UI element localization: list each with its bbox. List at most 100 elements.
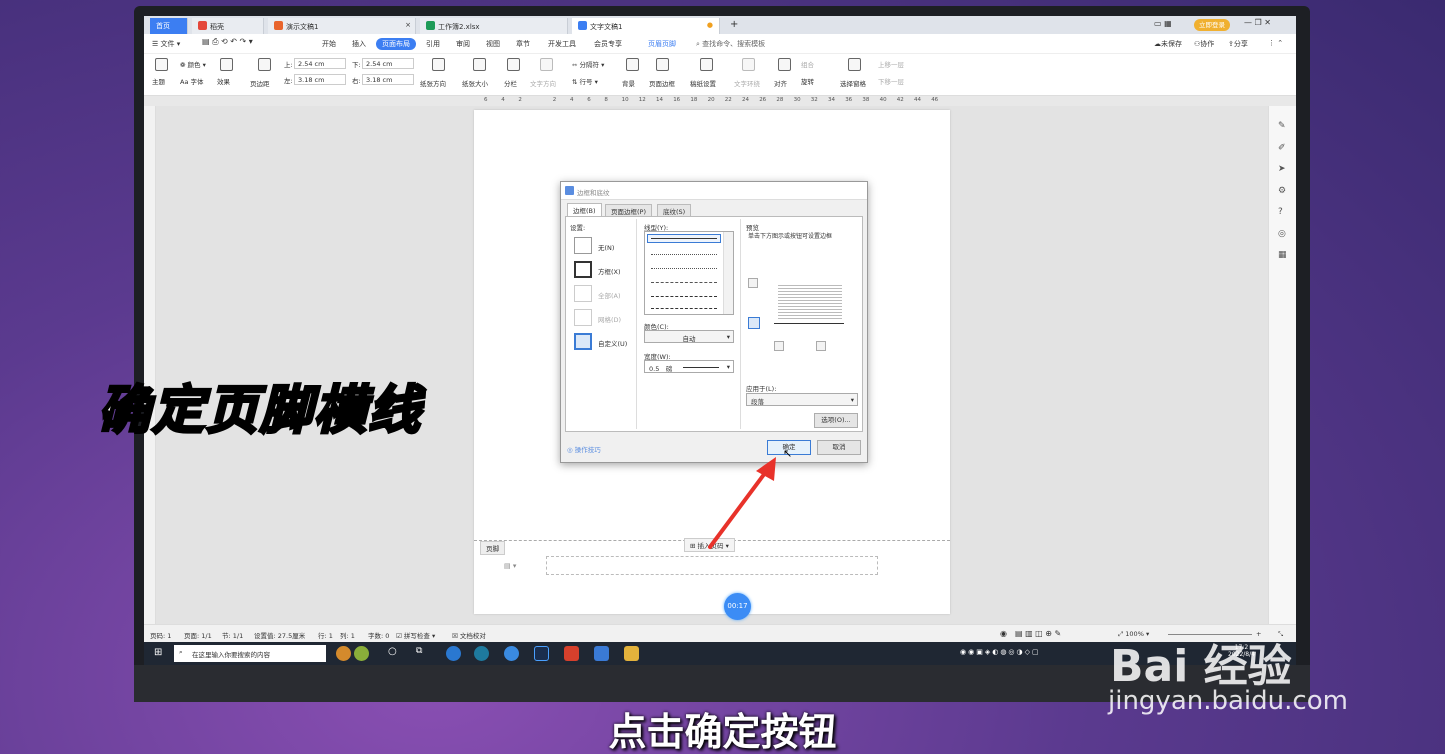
border-right-button[interactable] (816, 341, 826, 351)
manuscript-button[interactable]: 稿纸设置 (690, 78, 716, 88)
more-icon[interactable]: ⋮ ⌃ (1268, 39, 1283, 47)
menu-header-footer[interactable]: 页眉页脚 (648, 39, 676, 49)
effects-icon[interactable] (220, 58, 233, 71)
fonts-button[interactable]: Aa 字体 (180, 76, 204, 86)
vertical-ruler[interactable] (144, 106, 156, 624)
window-layout-icon[interactable]: ▭ ▦ (1154, 19, 1172, 28)
line-style-scrollbar[interactable] (723, 232, 733, 314)
columns-button[interactable]: 分栏 (504, 78, 517, 88)
group-button[interactable]: 组合 (801, 59, 814, 69)
border-left-button[interactable] (774, 341, 784, 351)
windows-start-icon[interactable]: ⊞ (154, 647, 162, 658)
wps-icon[interactable] (564, 646, 579, 661)
left-margin-input[interactable]: 3.18 cm (294, 74, 346, 85)
tab-home[interactable]: 首页 (150, 18, 188, 34)
side-tool-icons[interactable]: ✎ ✐ ➤ ⚙? ◎ ▦ (1278, 116, 1287, 267)
align-icon[interactable] (778, 58, 791, 71)
window-controls[interactable]: — ❐ ✕ (1244, 18, 1271, 27)
columns-icon[interactable] (507, 58, 520, 71)
new-tab-button[interactable]: + (724, 16, 740, 32)
page-border-button[interactable]: 页面边框 (649, 78, 675, 88)
footer-content-area[interactable] (546, 556, 878, 575)
footer-options-icon[interactable]: ▤ ▾ (504, 562, 516, 570)
command-search[interactable]: ⌕ 查找命令、搜索模板 (696, 39, 765, 49)
share-button[interactable]: ⇪分享 (1228, 39, 1248, 49)
status-setting[interactable]: 设置值: 27.5厘米 (254, 630, 305, 640)
menu-page-layout[interactable]: 页面布局 (376, 38, 416, 50)
wrap-icon[interactable] (742, 58, 755, 71)
file-menu[interactable]: ☰ 文件 ▾ (152, 39, 180, 49)
line-dash-dot-2[interactable] (651, 308, 717, 309)
orientation-icon[interactable] (432, 58, 445, 71)
setting-all[interactable]: 全部(A) (598, 290, 621, 300)
breaks-button[interactable]: ⇿ 分隔符 ▾ (572, 59, 604, 69)
browser-icon[interactable] (446, 646, 461, 661)
task-view-icon[interactable]: ⧉ (416, 646, 431, 661)
select-pane-button[interactable]: 选择窗格 (840, 78, 866, 88)
menu-start[interactable]: 开始 (322, 39, 336, 49)
text-direction-icon[interactable] (540, 58, 553, 71)
menu-member[interactable]: 会员专享 (594, 39, 622, 49)
status-col[interactable]: 列: 1 (340, 630, 355, 640)
orientation-button[interactable]: 纸张方向 (420, 78, 446, 88)
file-explorer-icon[interactable] (624, 646, 639, 661)
bring-forward-button[interactable]: 上移一层 (878, 59, 904, 69)
paper-size-button[interactable]: 纸张大小 (462, 78, 488, 88)
tab-shading[interactable]: 底纹(S) (657, 204, 692, 216)
proofread-button[interactable]: ☒ 文档校对 (452, 630, 486, 640)
line-number-button[interactable]: ⇅ 行号 ▾ (572, 76, 598, 86)
text-direction-button[interactable]: 文字方向 (530, 78, 556, 88)
menu-developer[interactable]: 开发工具 (548, 39, 576, 49)
menu-references[interactable]: 引用 (426, 39, 440, 49)
status-row[interactable]: 行: 1 (318, 630, 333, 640)
top-margin-input[interactable]: 2.54 cm (294, 58, 346, 69)
system-tray-icons[interactable]: ◉◉▣◈◐◍◎◑◇▢ (960, 648, 1041, 656)
line-dotted-2[interactable] (651, 268, 717, 269)
border-bottom-button[interactable] (748, 317, 760, 329)
color-select[interactable]: 自动 ▾ (644, 330, 734, 343)
tab-document[interactable]: 文字文稿1 ● (572, 18, 720, 34)
bottom-margin-input[interactable]: 2.54 cm (362, 58, 414, 69)
margins-icon[interactable] (258, 58, 271, 71)
select-pane-icon[interactable] (848, 58, 861, 71)
quick-access-icons[interactable]: ▤ ⎙ ⟲ ↶ ↷ ▾ (202, 37, 253, 47)
setting-box[interactable]: 方框(X) (598, 266, 621, 276)
rotate-button[interactable]: 旋转 (801, 76, 814, 86)
align-button[interactable]: 对齐 (774, 78, 787, 88)
status-page-num[interactable]: 页码: 1 (150, 630, 171, 640)
collab-button[interactable]: ⚇协作 (1194, 39, 1214, 49)
effects-button[interactable]: 效果 (217, 76, 230, 86)
spell-check-toggle[interactable]: ☑ 拼写检查 ▾ (396, 630, 435, 640)
status-pages[interactable]: 页面: 1/1 (184, 630, 212, 640)
setting-grid-icon[interactable] (574, 309, 592, 326)
right-margin-input[interactable]: 3.18 cm (362, 74, 414, 85)
close-icon[interactable]: × (405, 21, 411, 29)
tab-borders[interactable]: 边框(B) (567, 203, 602, 216)
page-border-icon[interactable] (656, 58, 669, 71)
line-dashed[interactable] (651, 282, 717, 283)
options-button[interactable]: 选项(O)... (814, 413, 858, 428)
login-button[interactable]: 立即登录 (1194, 19, 1230, 31)
send-backward-button[interactable]: 下移一层 (878, 76, 904, 86)
menu-chapter[interactable]: 章节 (516, 39, 530, 49)
line-style-list[interactable] (644, 231, 734, 315)
cancel-button[interactable]: 取消 (817, 440, 861, 455)
setting-grid[interactable]: 网格(D) (598, 314, 621, 324)
app-icon[interactable] (504, 646, 519, 661)
paper-size-icon[interactable] (473, 58, 486, 71)
dialog-titlebar[interactable]: 边框和底纹 (561, 182, 867, 200)
tab-spreadsheet[interactable]: 工作簿2.xlsx (420, 18, 568, 34)
background-icon[interactable] (626, 58, 639, 71)
status-words[interactable]: 字数: 0 (368, 630, 389, 640)
apply-to-select[interactable]: 段落 ▾ (746, 393, 858, 406)
setting-custom-icon[interactable] (574, 333, 592, 350)
edge-icon[interactable] (474, 646, 489, 661)
menu-view[interactable]: 视图 (486, 39, 500, 49)
preview-sample-text[interactable] (778, 283, 842, 319)
theme-button[interactable]: 主题 (152, 76, 165, 86)
photoshop-icon[interactable] (534, 646, 549, 661)
setting-none[interactable]: 无(N) (598, 242, 614, 252)
manuscript-icon[interactable] (700, 58, 713, 71)
border-top-button[interactable] (748, 278, 758, 288)
wrap-button[interactable]: 文字环绕 (734, 78, 760, 88)
